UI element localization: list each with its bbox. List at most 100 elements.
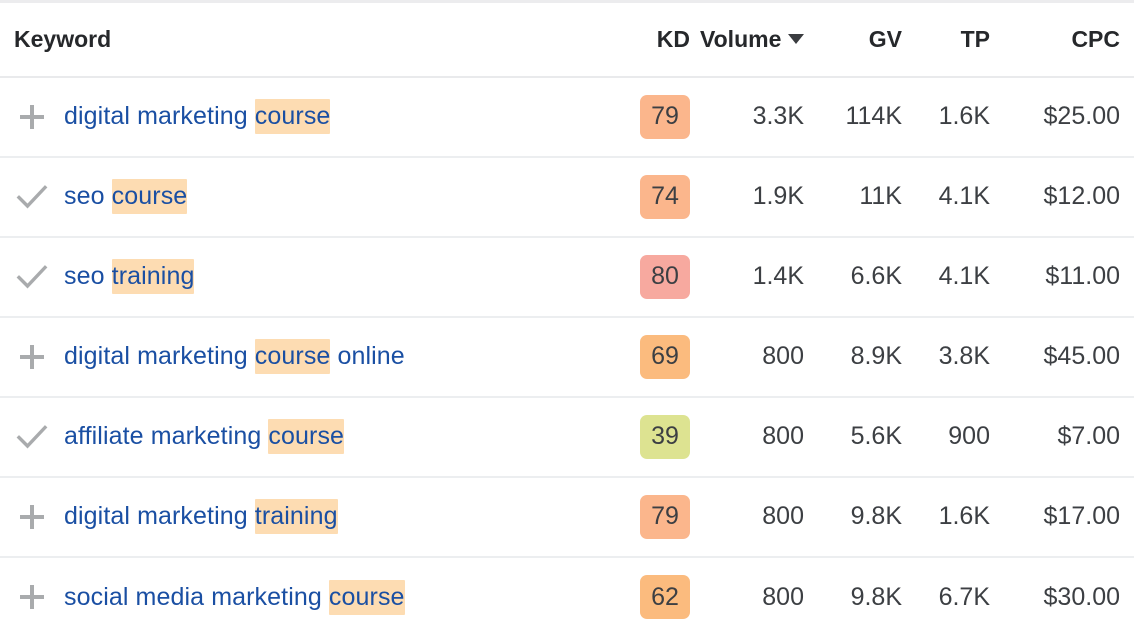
tp-cell: 4.1K: [916, 236, 1004, 318]
column-header-volume[interactable]: Volume: [700, 1, 818, 78]
keyword-text: seo: [64, 182, 112, 210]
column-header-cpc[interactable]: CPC: [1004, 1, 1134, 78]
tp-cell: 1.6K: [916, 476, 1004, 558]
header-row: Keyword KD Volume GV TP CPC: [0, 1, 1134, 78]
keyword-cell: affiliate marketing course: [0, 396, 634, 478]
plus-icon[interactable]: [14, 579, 50, 615]
table-row[interactable]: seo training 80 1.4K 6.6K 4.1K $11.00: [0, 236, 1134, 318]
tp-cell: 3.8K: [916, 316, 1004, 398]
volume-cell: 1.9K: [700, 156, 818, 238]
volume-cell: 800: [700, 316, 818, 398]
keyword-text: affiliate marketing: [64, 422, 269, 450]
keyword-cell: seo course: [0, 156, 634, 238]
cpc-cell: $7.00: [1004, 396, 1134, 478]
gv-cell: 114K: [818, 76, 916, 158]
table-row[interactable]: seo course 74 1.9K 11K 4.1K $12.00: [0, 156, 1134, 238]
keyword-link[interactable]: digital marketing course online: [64, 339, 405, 374]
keyword-highlight: training: [111, 259, 195, 294]
tp-cell: 1.6K: [916, 76, 1004, 158]
plus-icon[interactable]: [14, 99, 50, 135]
keyword-highlight: course: [268, 419, 345, 454]
keyword-cell: digital marketing training: [0, 476, 634, 558]
check-icon[interactable]: [14, 419, 50, 455]
keyword-highlight: training: [254, 499, 338, 534]
keyword-cell-inner: social media marketing course: [14, 579, 634, 615]
column-header-kd-label: KD: [656, 25, 690, 52]
table-row[interactable]: social media marketing course 62 800 9.8K 6.…: [0, 557, 1134, 637]
table-row[interactable]: affiliate marketing course 39 800 5.6K 900 $7…: [0, 396, 1134, 478]
keyword-cell-inner: seo course: [14, 179, 634, 215]
keyword-cell-inner: affiliate marketing course: [14, 419, 634, 455]
kd-cell: 74: [634, 156, 700, 238]
column-header-tp-label: TP: [960, 25, 990, 52]
keyword-link[interactable]: affiliate marketing course: [64, 419, 345, 454]
cpc-cell: $11.00: [1004, 236, 1134, 318]
table-row[interactable]: digital marketing training 79 800 9.8K 1.6K $…: [0, 476, 1134, 558]
kd-cell: 79: [634, 476, 700, 558]
tp-cell: 4.1K: [916, 156, 1004, 238]
column-header-cpc-label: CPC: [1071, 25, 1120, 52]
kd-cell: 79: [634, 76, 700, 158]
volume-cell: 1.4K: [700, 236, 818, 318]
table-header: Keyword KD Volume GV TP CPC: [0, 1, 1134, 78]
kd-badge: 62: [640, 575, 690, 619]
check-icon[interactable]: [14, 179, 50, 215]
plus-icon[interactable]: [14, 499, 50, 535]
keyword-table: Keyword KD Volume GV TP CPC digital mark…: [0, 0, 1134, 637]
keyword-text: online: [330, 342, 405, 370]
keyword-highlight: course: [254, 339, 331, 374]
keyword-cell: digital marketing course: [0, 76, 634, 158]
cpc-cell: $45.00: [1004, 316, 1134, 398]
keyword-text: social media marketing: [64, 582, 329, 611]
keyword-text: digital marketing: [64, 342, 255, 370]
keyword-cell: seo training: [0, 236, 634, 318]
volume-cell: 3.3K: [700, 76, 818, 158]
keyword-link[interactable]: digital marketing training: [64, 499, 338, 534]
kd-badge: 79: [640, 494, 690, 539]
kd-badge: 80: [640, 254, 690, 299]
volume-cell: 800: [762, 582, 804, 611]
kd-cell: 39: [634, 396, 700, 478]
keyword-link[interactable]: seo training: [64, 259, 195, 294]
keyword-text: seo: [64, 262, 112, 290]
kd-badge: 79: [640, 94, 690, 139]
kd-badge: 39: [640, 414, 690, 459]
table-row[interactable]: digital marketing course 79 3.3K 114K 1.6K $2…: [0, 76, 1134, 158]
table-row[interactable]: digital marketing course online 69 800 8.9K…: [0, 316, 1134, 398]
keyword-link[interactable]: social media marketing course: [64, 579, 405, 615]
cpc-cell: $12.00: [1004, 156, 1134, 238]
keyword-cell: social media marketing course: [0, 557, 634, 637]
keyword-cell-inner: digital marketing course: [14, 99, 634, 135]
caret-down-icon[interactable]: [788, 33, 805, 44]
keyword-highlight: course: [254, 99, 331, 134]
keyword-table-panel: Keyword KD Volume GV TP CPC digital mark…: [0, 0, 1134, 638]
column-header-tp[interactable]: TP: [916, 1, 1004, 78]
tp-cell: 6.7K: [938, 582, 990, 611]
keyword-link[interactable]: seo course: [64, 179, 188, 214]
column-header-gv[interactable]: GV: [818, 1, 916, 78]
keyword-cell-inner: digital marketing course online: [14, 339, 634, 375]
keyword-link[interactable]: digital marketing course: [64, 99, 331, 134]
kd-badge: 69: [640, 334, 690, 379]
keyword-highlight: course: [328, 579, 405, 615]
kd-cell: 80: [634, 236, 700, 318]
gv-cell: 5.6K: [818, 396, 916, 478]
cpc-cell: $30.00: [1043, 582, 1120, 611]
plus-icon[interactable]: [14, 339, 50, 375]
gv-cell: 11K: [818, 156, 916, 238]
check-icon[interactable]: [14, 259, 50, 295]
cpc-cell: $25.00: [1004, 76, 1134, 158]
column-header-keyword[interactable]: Keyword: [0, 1, 634, 78]
volume-cell: 800: [700, 476, 818, 558]
kd-badge: 74: [640, 174, 690, 219]
volume-cell: 800: [700, 396, 818, 478]
column-header-gv-label: GV: [868, 25, 902, 52]
gv-cell: 8.9K: [818, 316, 916, 398]
keyword-text: digital marketing: [64, 102, 255, 130]
table-body: digital marketing course 79 3.3K 114K 1.6K $2…: [0, 76, 1134, 637]
keyword-text: digital marketing: [64, 502, 255, 530]
column-header-volume-label: Volume: [700, 25, 782, 52]
keyword-cell: digital marketing course online: [0, 316, 634, 398]
gv-cell: 9.8K: [818, 476, 916, 558]
column-header-kd[interactable]: KD: [634, 1, 700, 78]
